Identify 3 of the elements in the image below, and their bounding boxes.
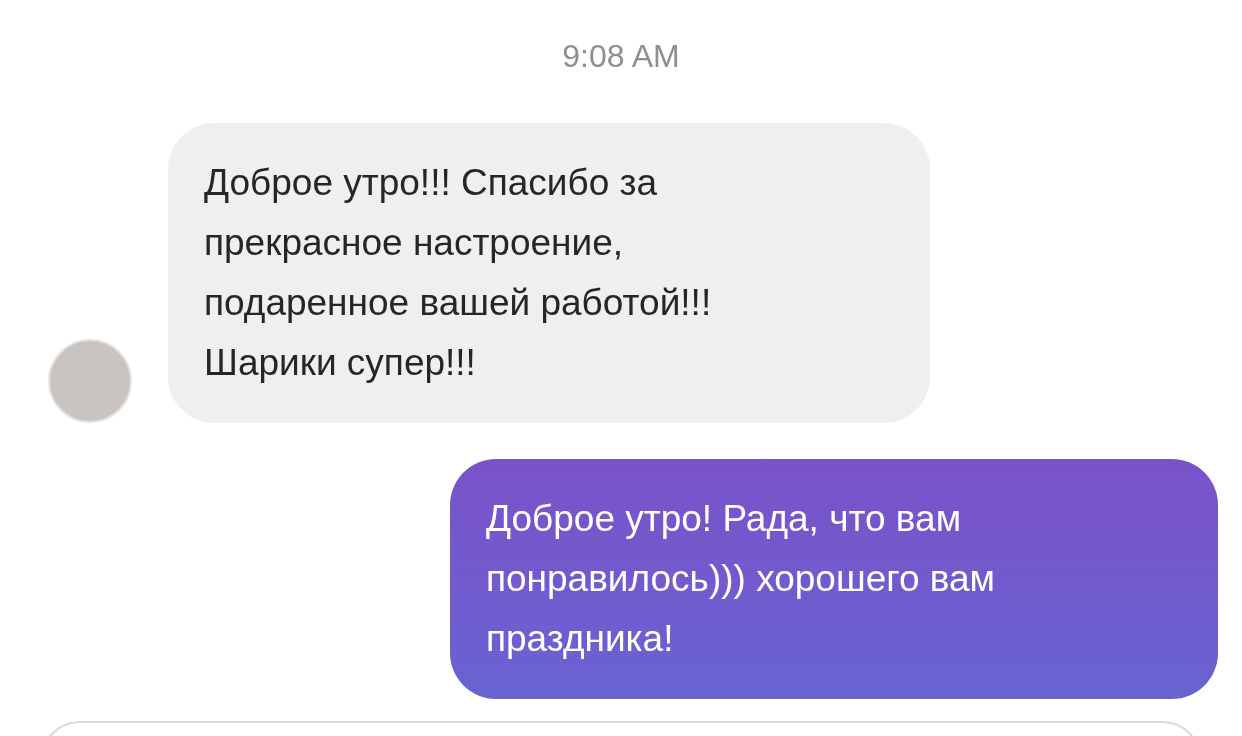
received-message-bubble: Доброе утро!!! Спасибо за прекрасное настроение, подаренное вашей работой!!! Шарики супер!!!	[168, 123, 930, 423]
timestamp: 9:08 AM	[562, 38, 680, 75]
sent-message-bubble: Доброе утро! Рада, что вам понравилось))) хорошего вам праздника!	[450, 459, 1218, 699]
